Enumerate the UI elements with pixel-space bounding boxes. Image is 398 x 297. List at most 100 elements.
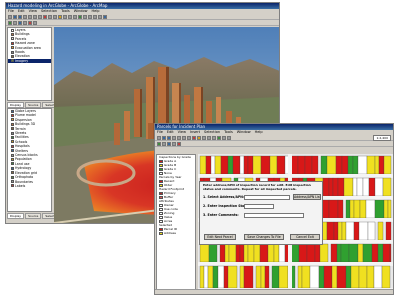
- parcel[interactable]: [383, 155, 392, 175]
- editor-icon[interactable]: [157, 141, 161, 146]
- parcel[interactable]: [337, 177, 345, 197]
- add-data-icon[interactable]: [58, 14, 62, 19]
- menu-item[interactable]: File: [157, 130, 163, 135]
- parcel[interactable]: [314, 243, 321, 263]
- zoom-out-icon[interactable]: [207, 135, 211, 140]
- paste-icon[interactable]: [38, 14, 42, 19]
- redo-icon[interactable]: [53, 14, 57, 19]
- parcel[interactable]: [333, 221, 339, 241]
- print-icon[interactable]: [23, 14, 27, 19]
- find-icon[interactable]: [23, 20, 27, 25]
- parcel[interactable]: [335, 155, 343, 175]
- select-icon[interactable]: [98, 14, 102, 19]
- parcel[interactable]: [377, 221, 384, 241]
- parcel[interactable]: [232, 155, 241, 175]
- parcel[interactable]: [359, 199, 367, 219]
- parcel[interactable]: [214, 155, 222, 175]
- parcel[interactable]: [199, 155, 207, 175]
- parcel[interactable]: [382, 177, 392, 197]
- parcel[interactable]: [267, 243, 275, 263]
- parcel[interactable]: [357, 243, 364, 263]
- pan-icon[interactable]: [212, 135, 216, 140]
- parcel[interactable]: [373, 265, 383, 289]
- zoom-in-icon[interactable]: [63, 14, 67, 19]
- parcel[interactable]: [368, 177, 376, 197]
- parcel[interactable]: [224, 243, 230, 263]
- parcel[interactable]: [356, 177, 364, 197]
- full-extent-icon[interactable]: [217, 135, 221, 140]
- parcel[interactable]: [220, 155, 229, 175]
- parcel[interactable]: [345, 265, 352, 289]
- menu-item[interactable]: Help: [255, 130, 263, 135]
- parcel[interactable]: [271, 265, 280, 289]
- menu-item[interactable]: Tools: [224, 130, 233, 135]
- parcel[interactable]: [252, 155, 262, 175]
- zoom-in-icon[interactable]: [202, 135, 206, 140]
- parcel[interactable]: [227, 265, 238, 289]
- select-icon[interactable]: [227, 135, 231, 140]
- parcel[interactable]: [366, 155, 376, 175]
- parcel[interactable]: [345, 199, 351, 219]
- copy-icon[interactable]: [182, 135, 186, 140]
- parcel[interactable]: [358, 265, 368, 289]
- parcel[interactable]: [306, 243, 316, 263]
- parcel[interactable]: [273, 243, 280, 263]
- parcel[interactable]: [381, 265, 391, 289]
- toc-tab[interactable]: Source: [25, 213, 42, 219]
- copy-icon[interactable]: [33, 14, 37, 19]
- globe-icon[interactable]: [78, 14, 82, 19]
- parcel[interactable]: [260, 265, 266, 289]
- parcel[interactable]: [385, 221, 392, 241]
- parcel[interactable]: [239, 243, 245, 263]
- parcel[interactable]: [247, 155, 254, 175]
- cut-icon[interactable]: [177, 135, 181, 140]
- parcel[interactable]: [350, 265, 360, 289]
- parcel[interactable]: [212, 265, 219, 289]
- menu-item[interactable]: Window: [237, 130, 251, 135]
- parcel[interactable]: [352, 155, 359, 175]
- inspection-status-input[interactable]: [244, 204, 274, 209]
- menu-item[interactable]: Selection: [41, 9, 57, 14]
- parcel[interactable]: [208, 243, 218, 263]
- parcel[interactable]: [365, 199, 376, 219]
- parcel[interactable]: [382, 243, 391, 263]
- parcel[interactable]: [298, 243, 308, 263]
- editor-icon[interactable]: [13, 20, 17, 25]
- comments-input[interactable]: [244, 213, 304, 218]
- parcel[interactable]: [276, 155, 286, 175]
- parcel[interactable]: [389, 243, 392, 263]
- menu-item[interactable]: Tools: [61, 9, 70, 14]
- pan-icon[interactable]: [73, 14, 77, 19]
- parcel[interactable]: [336, 243, 342, 263]
- parcel[interactable]: [340, 243, 350, 263]
- parcel[interactable]: [387, 199, 392, 219]
- parcel[interactable]: [253, 243, 261, 263]
- parcel[interactable]: [228, 243, 237, 263]
- parcel[interactable]: [366, 265, 375, 289]
- open-icon[interactable]: [13, 14, 17, 19]
- paste-icon[interactable]: [187, 135, 191, 140]
- identify-icon[interactable]: [93, 14, 97, 19]
- parcel[interactable]: [219, 243, 226, 263]
- parcel[interactable]: [328, 199, 339, 219]
- address-apn-list-button[interactable]: Address/APN List: [293, 194, 321, 200]
- identify-icon[interactable]: [222, 135, 226, 140]
- menu-item[interactable]: View: [29, 9, 37, 14]
- parcel[interactable]: [349, 199, 355, 219]
- parcel[interactable]: [347, 155, 354, 175]
- parcel[interactable]: [328, 177, 334, 197]
- parcel[interactable]: [239, 265, 245, 289]
- parcel[interactable]: [199, 243, 210, 263]
- parcel[interactable]: [353, 221, 360, 241]
- toc-tab[interactable]: Display: [7, 213, 25, 219]
- new-icon[interactable]: [157, 135, 161, 140]
- cancel-exit-button[interactable]: Cancel Exit: [290, 234, 320, 240]
- parcel[interactable]: [269, 155, 278, 175]
- address-apn-input[interactable]: [244, 195, 290, 200]
- parcel[interactable]: [278, 265, 289, 289]
- scale-box[interactable]: 1:2,400: [373, 134, 391, 141]
- menu-item[interactable]: Edit: [18, 9, 25, 14]
- parcel[interactable]: [239, 155, 245, 175]
- parcel[interactable]: [319, 243, 329, 263]
- sketch-icon[interactable]: [162, 141, 166, 146]
